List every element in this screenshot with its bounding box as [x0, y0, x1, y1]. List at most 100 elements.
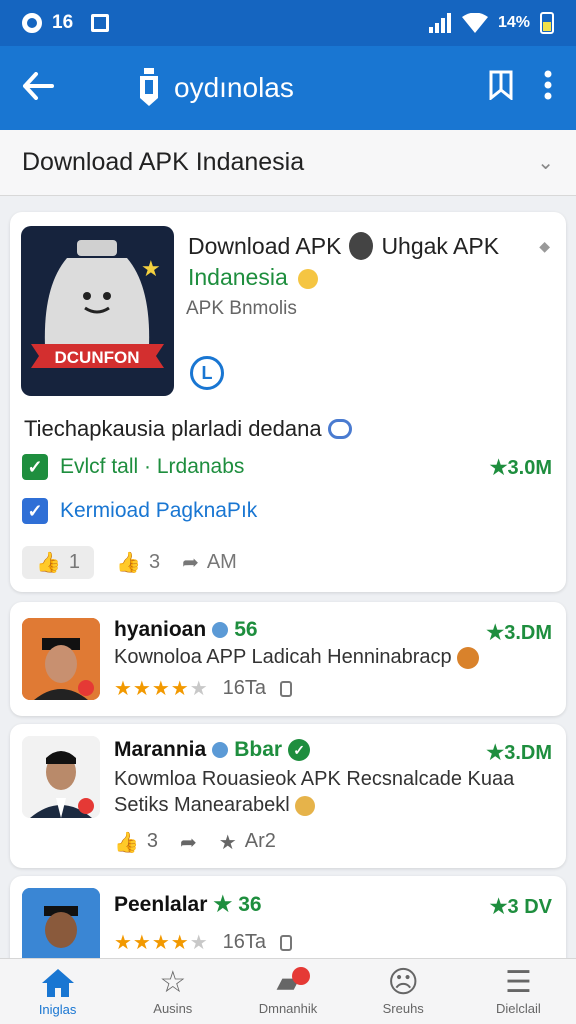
featured-app-title: Download APK Uhgak APK — [188, 232, 499, 260]
item-score: Bbar — [234, 738, 283, 761]
featured-app-icon-label: DCUNFON — [55, 348, 140, 367]
bookmark-button[interactable] — [488, 70, 514, 107]
item-score: 36 — [238, 892, 262, 916]
star-outline-icon: ☆ — [159, 965, 187, 999]
item-score: 56 — [234, 618, 258, 641]
star-icon: ★ — [218, 832, 237, 854]
more-options-button[interactable] — [544, 70, 552, 107]
signal-icon — [428, 13, 451, 33]
svg-text:★: ★ — [141, 256, 161, 281]
featured-app-icon: ★ DCUNFON — [21, 226, 174, 396]
bookmark-icon — [489, 70, 513, 101]
checkbox-checked-icon[interactable]: ✓ — [22, 498, 48, 524]
featured-app-card[interactable]: ★ DCUNFON Download APK Uhgak APK Indanes… — [10, 212, 566, 592]
apk-logo-icon — [140, 68, 158, 106]
back-button[interactable] — [0, 67, 76, 109]
wifi-icon — [461, 13, 488, 33]
featured-title-part3: Indanesia — [188, 264, 288, 290]
nav-menu[interactable]: ☰ Dielclail — [461, 959, 576, 1024]
verified-badge[interactable]: L — [190, 356, 224, 390]
item-reviews: 16Ta — [222, 931, 267, 953]
thumbs-button[interactable]: 👍 3 — [114, 830, 158, 855]
feature-row-1: ✓ Evlcf tall · Lrdanabs ★3.0M — [22, 454, 552, 480]
item-title: hyanioan 56 — [114, 618, 258, 642]
developer-avatar — [349, 232, 374, 260]
app-title: oydınolas — [174, 72, 294, 103]
checkbox-checked-icon[interactable]: ✓ — [22, 454, 48, 480]
app-bar: oydınolas — [0, 46, 576, 130]
like-button[interactable]: 👍 1 — [22, 546, 95, 579]
item-title: Peenlalar ★ 36 — [114, 892, 262, 917]
item-actions: 👍 3 ➦ ★ Ar2 — [114, 830, 276, 855]
emoji-icon — [298, 268, 319, 289]
share-icon: ➦ — [180, 832, 197, 854]
back-arrow-icon — [23, 72, 54, 100]
nav-downloads-label: Dmnanhik — [258, 1000, 318, 1016]
item-stars-row: ★★★★★ 16Ta — [114, 930, 293, 955]
nav-favorites[interactable]: ☆ Ausins — [115, 959, 230, 1024]
more-vert-icon — [544, 70, 552, 99]
chevron-down-icon: ⌄ — [537, 152, 554, 174]
nav-home[interactable]: Iniglas — [0, 959, 115, 1024]
phone-icon — [280, 680, 293, 697]
link-icon — [327, 419, 352, 439]
star-label: Ar2 — [244, 830, 276, 852]
thumbs-icon: 👍 — [114, 832, 139, 854]
feature-1-text: Evlcf tall · Lrdanabs — [60, 455, 245, 478]
share-button[interactable]: ➦ AM — [182, 550, 237, 575]
avatar — [22, 618, 100, 700]
featured-title-part2: Uhgak APK — [381, 232, 500, 259]
list-item[interactable]: hyanioan 56 ★3.DM Kownoloa APP Ladicah H… — [10, 602, 566, 716]
star-rating-icon: ★★★★★ — [114, 678, 209, 700]
nav-downloads[interactable]: ▰ Dmnanhik — [230, 959, 345, 1024]
thumb-icon: 👍 — [36, 552, 61, 574]
avatar — [22, 736, 100, 818]
item-rating: ★3 DV — [489, 896, 552, 918]
item-description-line1: Kowmloa Rouasieok APK Recsnalcade Kuaa — [114, 768, 515, 790]
status-left-text: 16 — [52, 12, 74, 33]
share-icon: ➦ — [182, 552, 199, 574]
nav-search-label: Sreuhs — [382, 1000, 424, 1016]
nav-home-label: Iniglas — [38, 1001, 77, 1017]
thumbs-count: 3 — [148, 551, 161, 573]
battery-icon — [540, 12, 554, 34]
bottom-navigation: Iniglas ☆ Ausins ▰ Dmnanhik ☹ Sreuhs ☰ D… — [0, 958, 576, 1024]
item-name: hyanioan — [114, 618, 207, 641]
status-bar: 16 14% — [0, 0, 576, 46]
diamond-icon: ◆ — [539, 238, 550, 254]
category-dropdown[interactable]: Download APK Indanesia ⌄ — [0, 130, 576, 196]
feature-1-rating: ★3.0M — [489, 456, 552, 479]
star-rating-icon: ★★★★★ — [114, 932, 209, 954]
face-icon: ☹ — [387, 965, 419, 999]
feature-2-text: Kermioad PagknaPık — [60, 499, 258, 522]
item-rating: ★3.DM — [486, 622, 552, 644]
featured-app-developer: APK Bnmolis — [186, 298, 297, 319]
blue-badge-icon — [212, 742, 229, 758]
item-name: Marannia — [114, 738, 207, 761]
nav-search[interactable]: ☹ Sreuhs — [346, 959, 461, 1024]
home-icon — [41, 968, 74, 997]
item-name: Peenlalar — [114, 892, 208, 916]
like-count: 1 — [68, 551, 81, 573]
record-icon — [22, 13, 42, 33]
share-button[interactable]: ➦ — [180, 830, 197, 855]
featured-app-actions: 👍 1 👍 3 ➦ AM — [22, 546, 237, 579]
phone-icon — [280, 934, 293, 951]
star-button[interactable]: ★ Ar2 — [219, 830, 276, 855]
verified-check-icon: ✓ — [288, 739, 311, 761]
notification-badge — [292, 967, 311, 985]
emoji-icon — [457, 646, 480, 669]
thumbs-up-icon: 👍 — [116, 552, 141, 574]
thumbs-count: 3 — [146, 830, 159, 852]
share-label: AM — [206, 551, 237, 573]
verified-glyph: L — [201, 362, 213, 383]
list-item[interactable]: Marannia Bbar ✓ ★3.DM Kowmloa Rouasieok … — [10, 724, 566, 868]
featured-description-text: Tiechapkausia plarladi dedana — [24, 416, 322, 441]
item-title: Marannia Bbar ✓ — [114, 738, 311, 762]
thumbs-up-button[interactable]: 👍 3 — [116, 550, 160, 575]
item-stars-row: ★★★★★ 16Ta — [114, 676, 293, 701]
blue-badge-icon — [212, 622, 229, 638]
screen-icon — [91, 14, 110, 32]
star-icon: ★ — [213, 893, 233, 916]
item-description: Kownoloa APP Ladicah Henninabracp — [114, 646, 480, 669]
